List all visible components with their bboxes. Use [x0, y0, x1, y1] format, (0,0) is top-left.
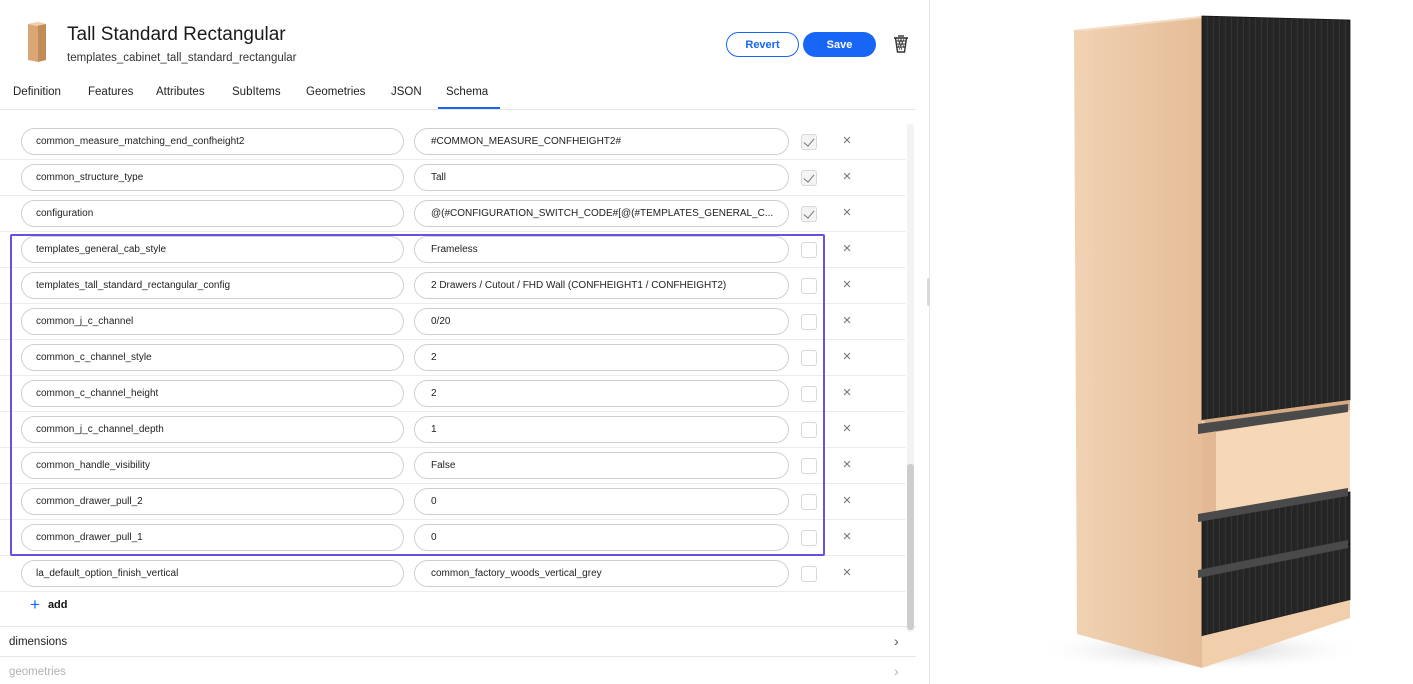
- section-label: dimensions: [9, 636, 68, 648]
- item-header: Tall Standard Rectangular templates_cabi…: [0, 0, 928, 76]
- schema-value-field[interactable]: 2 Drawers / Cutout / FHD Wall (CONFHEIGH…: [414, 272, 789, 299]
- schema-editor-panel: Tall Standard Rectangular templates_cabi…: [0, 0, 928, 684]
- schema-row-checkbox[interactable]: [801, 350, 817, 366]
- cabinet-3d-model: [1030, 15, 1370, 672]
- schema-row-checkbox[interactable]: [801, 242, 817, 258]
- section-dimensions[interactable]: dimensions ›: [0, 626, 916, 656]
- schema-value-field[interactable]: False: [414, 452, 789, 479]
- close-icon[interactable]: ×: [840, 312, 854, 330]
- schema-row-checkbox[interactable]: [801, 134, 817, 150]
- schema-value-field[interactable]: 2: [414, 380, 789, 407]
- page-subtitle: templates_cabinet_tall_standard_rectangu…: [67, 52, 297, 64]
- schema-key-field[interactable]: common_j_c_channel_depth: [21, 416, 404, 443]
- schema-row-checkbox[interactable]: [801, 566, 817, 582]
- tab-geometries[interactable]: Geometries: [306, 86, 365, 98]
- schema-row: configuration @(#CONFIGURATION_SWITCH_COD…: [0, 196, 906, 232]
- chevron-right-icon: ›: [894, 663, 899, 679]
- add-row-button[interactable]: + add: [30, 596, 68, 614]
- schema-key-field[interactable]: common_c_channel_style: [21, 344, 404, 371]
- close-icon[interactable]: ×: [840, 276, 854, 294]
- schema-row: common_c_channel_height 2 ×: [0, 376, 906, 412]
- schema-row: common_j_c_channel 0/20 ×: [0, 304, 906, 340]
- schema-row-checkbox[interactable]: [801, 422, 817, 438]
- schema-key-field[interactable]: common_drawer_pull_2: [21, 488, 404, 515]
- tab-features[interactable]: Features: [88, 86, 133, 98]
- schema-row-checkbox[interactable]: [801, 530, 817, 546]
- schema-value-field[interactable]: Tall: [414, 164, 789, 191]
- close-icon[interactable]: ×: [840, 132, 854, 150]
- schema-row: common_c_channel_style 2 ×: [0, 340, 906, 376]
- schema-key-field[interactable]: common_drawer_pull_1: [21, 524, 404, 551]
- plus-icon: +: [30, 595, 40, 614]
- close-icon[interactable]: ×: [840, 240, 854, 258]
- schema-row-checkbox[interactable]: [801, 170, 817, 186]
- scrollbar-thumb[interactable]: [907, 464, 914, 630]
- schema-key-field[interactable]: templates_general_cab_style: [21, 236, 404, 263]
- tab-definition[interactable]: Definition: [13, 86, 61, 98]
- schema-value-field[interactable]: common_factory_woods_vertical_grey: [414, 560, 789, 587]
- schema-row: common_handle_visibility False ×: [0, 448, 906, 484]
- schema-value-field[interactable]: 1: [414, 416, 789, 443]
- schema-key-field[interactable]: templates_tall_standard_rectangular_conf…: [21, 272, 404, 299]
- schema-key-field[interactable]: common_j_c_channel: [21, 308, 404, 335]
- close-icon[interactable]: ×: [840, 492, 854, 510]
- schema-row-checkbox[interactable]: [801, 458, 817, 474]
- close-icon[interactable]: ×: [840, 348, 854, 366]
- tab-bar: Definition Features Attributes SubItems …: [0, 76, 916, 110]
- add-label: add: [47, 599, 68, 611]
- close-icon[interactable]: ×: [840, 420, 854, 438]
- section-label: geometries: [9, 666, 66, 678]
- schema-key-field[interactable]: common_measure_matching_end_confheight2: [21, 128, 404, 155]
- cabinet-thumbnail-icon: [28, 22, 46, 62]
- close-icon[interactable]: ×: [840, 564, 854, 582]
- schema-row: common_structure_type Tall ×: [0, 160, 906, 196]
- schema-value-field[interactable]: 0: [414, 488, 789, 515]
- schema-row-checkbox[interactable]: [801, 206, 817, 222]
- schema-key-field[interactable]: configuration: [21, 200, 404, 227]
- tab-subitems[interactable]: SubItems: [232, 86, 281, 98]
- save-button[interactable]: Save: [803, 32, 876, 57]
- schema-key-field[interactable]: la_default_option_finish_vertical: [21, 560, 404, 587]
- tab-json[interactable]: JSON: [391, 86, 422, 98]
- cabinet-upper-door: [1201, 15, 1351, 421]
- section-geometries[interactable]: geometries ›: [0, 656, 916, 684]
- revert-button[interactable]: Revert: [726, 32, 799, 57]
- schema-key-field[interactable]: common_structure_type: [21, 164, 404, 191]
- schema-row: la_default_option_finish_vertical common_…: [0, 556, 906, 592]
- schema-value-field[interactable]: #COMMON_MEASURE_CONFHEIGHT2#: [414, 128, 789, 155]
- page-title: Tall Standard Rectangular: [67, 24, 286, 45]
- schema-key-field[interactable]: common_handle_visibility: [21, 452, 404, 479]
- close-icon[interactable]: ×: [840, 528, 854, 546]
- schema-row-checkbox[interactable]: [801, 314, 817, 330]
- close-icon[interactable]: ×: [840, 384, 854, 402]
- chevron-right-icon: ›: [894, 633, 899, 649]
- schema-value-field[interactable]: 0/20: [414, 308, 789, 335]
- close-icon[interactable]: ×: [840, 456, 854, 474]
- schema-row: common_measure_matching_end_confheight2 #…: [0, 124, 906, 160]
- schema-key-field[interactable]: common_c_channel_height: [21, 380, 404, 407]
- close-icon[interactable]: ×: [840, 168, 854, 186]
- schema-row: templates_tall_standard_rectangular_conf…: [0, 268, 906, 304]
- tab-attributes[interactable]: Attributes: [156, 86, 205, 98]
- schema-value-field[interactable]: @(#CONFIGURATION_SWITCH_CODE#[@(#TEMPLAT…: [414, 200, 789, 227]
- schema-row: templates_general_cab_style Frameless ×: [0, 232, 906, 268]
- schema-row: common_drawer_pull_2 0 ×: [0, 484, 906, 520]
- schema-value-field[interactable]: 0: [414, 524, 789, 551]
- close-icon[interactable]: ×: [840, 204, 854, 222]
- schema-row-checkbox[interactable]: [801, 494, 817, 510]
- cabinet-side-panel: [1074, 16, 1202, 668]
- schema-row: common_j_c_channel_depth 1 ×: [0, 412, 906, 448]
- active-tab-indicator: [438, 107, 500, 109]
- cutout-inner-side: [1202, 430, 1216, 520]
- trash-basket-icon[interactable]: [891, 33, 911, 55]
- schema-row-checkbox[interactable]: [801, 386, 817, 402]
- 3d-preview-viewport[interactable]: [930, 0, 1413, 684]
- schema-row: common_drawer_pull_1 0 ×: [0, 520, 906, 556]
- schema-value-field[interactable]: Frameless: [414, 236, 789, 263]
- tab-schema[interactable]: Schema: [446, 86, 488, 98]
- schema-value-field[interactable]: 2: [414, 344, 789, 371]
- schema-row-checkbox[interactable]: [801, 278, 817, 294]
